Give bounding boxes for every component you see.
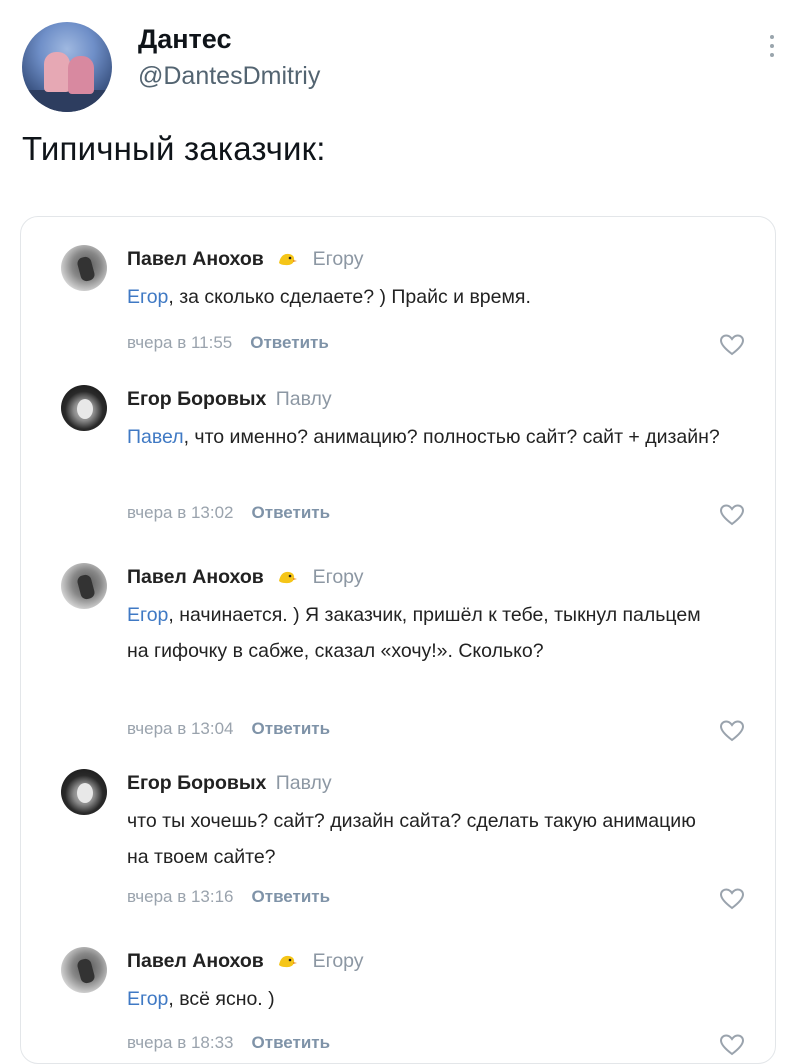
heart-icon[interactable]	[719, 887, 745, 911]
portrait-avatar-icon[interactable]	[61, 769, 107, 815]
comment-author[interactable]: Егор Боровых	[127, 388, 266, 410]
reply-to[interactable]: Павлу	[276, 772, 332, 794]
comment-time: вчера в 13:02	[127, 503, 234, 522]
comment-meta: вчера в 13:04 Ответить	[127, 719, 330, 739]
bird-avatar-icon[interactable]	[61, 245, 107, 291]
reply-button[interactable]: Ответить	[252, 1033, 331, 1052]
reply-button[interactable]: Ответить	[252, 887, 331, 906]
bird-avatar-icon[interactable]	[61, 563, 107, 609]
comment-author[interactable]: Павел Анохов	[127, 566, 264, 588]
comment-time: вчера в 13:16	[127, 887, 234, 906]
comment-author[interactable]: Павел Анохов	[127, 950, 264, 972]
comment-time: вчера в 18:33	[127, 1033, 234, 1052]
comment-author[interactable]: Павел Анохов	[127, 248, 264, 270]
mention-link[interactable]: Егор	[127, 604, 168, 626]
chick-emoji-icon	[279, 253, 298, 266]
comment-meta: вчера в 11:55 Ответить	[127, 333, 329, 353]
mention-link[interactable]: Егор	[127, 988, 168, 1010]
comments-screenshot: Павел Анохов Егору Егор, за сколько сдел…	[20, 216, 776, 1064]
portrait-avatar-icon[interactable]	[61, 385, 107, 431]
heart-icon[interactable]	[719, 503, 745, 527]
mention-link[interactable]: Егор	[127, 286, 168, 308]
comment-time: вчера в 11:55	[127, 333, 233, 352]
comment-text: Егор, всё ясно. )	[127, 988, 275, 1010]
tweet-text: Типичный заказчик:	[22, 130, 326, 167]
author-name[interactable]: Дантес	[138, 24, 231, 55]
bird-avatar-icon[interactable]	[61, 947, 107, 993]
comment-time: вчера в 13:04	[127, 719, 234, 738]
heart-icon[interactable]	[719, 1033, 745, 1057]
heart-icon[interactable]	[719, 719, 745, 743]
author-handle[interactable]: @DantesDmitriy	[138, 62, 320, 91]
comment-meta: вчера в 13:16 Ответить	[127, 887, 330, 907]
reply-to[interactable]: Павлу	[276, 388, 332, 410]
comment-meta: вчера в 18:33 Ответить	[127, 1033, 330, 1053]
comment-author[interactable]: Егор Боровых	[127, 772, 266, 794]
more-options-icon[interactable]	[762, 30, 782, 74]
chick-emoji-icon	[279, 955, 298, 968]
comment-text: что ты хочешь? сайт? дизайн сайта? сдела…	[127, 810, 696, 868]
reply-button[interactable]: Ответить	[252, 503, 331, 522]
comment-text: Павел, что именно? анимацию? полностью с…	[127, 426, 720, 448]
tweet-header: Дантес @DantesDmitriy	[22, 16, 782, 116]
reply-to[interactable]: Егору	[313, 566, 364, 588]
comment-meta: вчера в 13:02 Ответить	[127, 503, 330, 523]
comment-text: Егор, за сколько сделаете? ) Прайс и вре…	[127, 286, 531, 308]
reply-button[interactable]: Ответить	[252, 719, 331, 738]
reply-to[interactable]: Егору	[313, 248, 364, 270]
mention-link[interactable]: Павел	[127, 426, 184, 448]
author-avatar[interactable]	[22, 22, 112, 112]
reply-button[interactable]: Ответить	[250, 333, 329, 352]
heart-icon[interactable]	[719, 333, 745, 357]
comment-text: Егор, начинается. ) Я заказчик, пришёл к…	[127, 604, 701, 662]
chick-emoji-icon	[279, 571, 298, 584]
reply-to[interactable]: Егору	[313, 950, 364, 972]
